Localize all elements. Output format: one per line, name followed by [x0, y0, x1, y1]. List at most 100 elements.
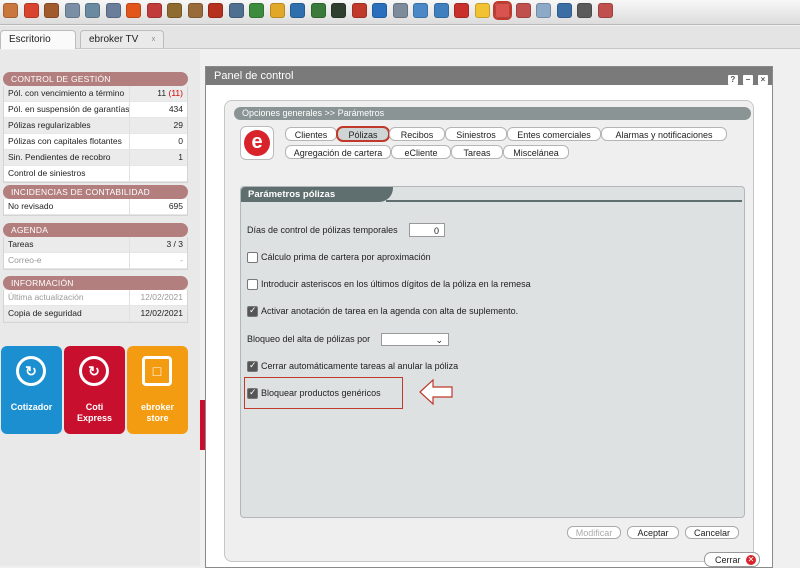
tab-ebroker-tv[interactable]: ebroker TV x — [80, 30, 164, 48]
tab-polizas[interactable]: Pólizas — [336, 126, 390, 142]
dias-control-label: Días de control de pólizas temporales — [247, 225, 398, 235]
document-check-icon[interactable] — [44, 3, 59, 18]
parameters-title: Parámetros pólizas — [241, 187, 393, 202]
pencil-icon[interactable] — [167, 3, 182, 18]
phone-icon[interactable] — [556, 3, 572, 18]
tab-agregacion-cartera[interactable]: Agregación de cartera — [285, 145, 391, 159]
money-card-icon[interactable] — [85, 3, 100, 18]
report-icon[interactable] — [536, 3, 551, 18]
tab-close-icon[interactable]: x — [150, 36, 157, 43]
tab-siniestros[interactable]: Siniestros — [445, 127, 507, 141]
bottle-icon[interactable] — [249, 3, 264, 18]
bloqueo-alta-label: Bloqueo del alta de pólizas por — [247, 334, 371, 344]
app-label: Cotizador — [10, 402, 53, 412]
tab-miscelanea[interactable]: Miscelánea — [503, 145, 569, 159]
tab-tareas[interactable]: Tareas — [451, 145, 503, 159]
aceptar-button[interactable]: Aceptar — [627, 526, 679, 539]
agenda-section: AGENDA Tareas 3 / 3 Correo-e - — [3, 223, 188, 270]
box-icon[interactable] — [3, 3, 18, 18]
down-arrow-icon[interactable] — [413, 3, 428, 18]
cerrar-tareas-checkbox[interactable] — [247, 360, 258, 372]
list-icon[interactable] — [105, 3, 121, 18]
list-item[interactable]: Control de siniestros — [4, 166, 187, 182]
cerrar-button[interactable]: Cerrar ✕ — [704, 552, 760, 567]
activar-anotacion-checkbox[interactable] — [247, 305, 258, 317]
list-item[interactable]: Pólizas regularizables 29 — [4, 118, 187, 134]
list-item[interactable]: Correo-e - — [4, 253, 187, 269]
tab-recibos[interactable]: Recibos — [389, 127, 445, 141]
house-icon[interactable] — [228, 3, 244, 18]
briefcase-icon[interactable] — [187, 3, 203, 18]
list-item-label: Copia de seguridad — [8, 308, 82, 318]
car-icon[interactable] — [351, 3, 367, 18]
dias-control-input[interactable]: 0 — [409, 223, 445, 237]
cancelar-button[interactable]: Cancelar — [685, 526, 739, 539]
tab-entes-comerciales[interactable]: Entes comerciales — [507, 127, 601, 141]
value-text: 3 / 3 — [166, 239, 183, 249]
tab-escritorio[interactable]: Escritorio — [0, 30, 76, 49]
person-star-icon[interactable] — [23, 3, 39, 18]
cerrar-tareas-label: Cerrar automáticamente tareas al anular … — [261, 361, 459, 371]
tab-ecliente[interactable]: eCliente — [391, 145, 451, 159]
list-item-value: 434 — [129, 102, 187, 117]
list-item[interactable]: Última actualización 12/02/2021 — [4, 290, 187, 306]
tab-alarmas-notificaciones[interactable]: Alarmas y notificaciones — [601, 127, 727, 141]
arrows-icon[interactable] — [310, 3, 326, 18]
bloquear-productos-checkbox[interactable] — [247, 387, 258, 399]
pointer-arrow-icon — [419, 379, 453, 405]
minimize-icon[interactable]: − — [742, 75, 753, 85]
coti-express-app-button[interactable]: ↻ Coti Express — [64, 346, 125, 434]
close-circle-icon: ✕ — [746, 555, 756, 565]
users-icon[interactable] — [290, 3, 305, 18]
list-item[interactable]: Pól. con vencimiento a término 11 (11) — [4, 86, 187, 102]
tab-clientes[interactable]: Clientes — [285, 127, 337, 141]
globe-icon[interactable] — [331, 3, 346, 18]
bloqueo-alta-select[interactable]: ⌄ — [381, 333, 449, 346]
title-underline — [386, 200, 742, 202]
bulb-icon[interactable] — [474, 3, 490, 18]
printer-icon[interactable] — [208, 3, 223, 18]
fire-icon[interactable] — [126, 3, 141, 18]
e-icon[interactable] — [372, 3, 387, 18]
activar-anotacion-label: Activar anotación de tarea en la agenda … — [261, 306, 519, 316]
list-item-value: 0 — [129, 134, 187, 149]
list-item-label: Correo-e — [8, 255, 42, 265]
user-icon[interactable] — [269, 3, 285, 18]
asteriscos-checkbox[interactable] — [247, 279, 258, 290]
app-label: Coti — [85, 402, 104, 412]
card-icon[interactable] — [64, 3, 80, 18]
shopping-bag-icon: □ — [142, 356, 172, 386]
tools-icon[interactable] — [392, 3, 408, 18]
list-item[interactable]: Copia de seguridad 12/02/2021 — [4, 306, 187, 322]
list-item[interactable]: Pólizas con capitales flotantes 0 — [4, 134, 187, 150]
brush-icon[interactable] — [515, 3, 531, 18]
g-icon[interactable] — [454, 3, 469, 18]
cotizador-app-button[interactable]: ↻ Cotizador — [1, 346, 62, 434]
help-icon[interactable]: ? — [727, 75, 738, 85]
gears-icon[interactable] — [577, 3, 592, 18]
list-item-label: Sin. Pendientes de recobro — [8, 152, 111, 162]
control-panel-icon[interactable] — [493, 1, 512, 20]
list-item-value: 12/02/2021 — [129, 306, 187, 321]
list-item[interactable]: Pól. en suspensión de garantías 434 — [4, 102, 187, 118]
value-text: 12/02/2021 — [140, 292, 183, 302]
close-icon[interactable]: × — [758, 75, 768, 85]
target-icon[interactable] — [146, 3, 162, 18]
modificar-button[interactable]: Modificar — [567, 526, 621, 539]
list-item[interactable]: Tareas 3 / 3 — [4, 237, 187, 253]
s-icon[interactable] — [433, 3, 449, 18]
list-item[interactable]: Sin. Pendientes de recobro 1 — [4, 150, 187, 166]
sidebar: CONTROL DE GESTIÓN Pól. con vencimiento … — [0, 50, 200, 566]
informacion-list: Última actualización 12/02/2021 Copia de s… — [3, 290, 188, 323]
list-item[interactable]: No revisado 695 — [4, 199, 187, 215]
value-text: 0 — [178, 136, 183, 146]
section-header: AGENDA — [3, 223, 188, 237]
window-title-bar[interactable]: Panel de control ? − × — [206, 67, 772, 85]
calculo-prima-checkbox[interactable] — [247, 252, 258, 263]
chevron-down-icon: ⌄ — [435, 335, 443, 345]
app-label: store — [146, 413, 169, 423]
help-icon[interactable] — [597, 3, 613, 18]
ebroker-store-app-button[interactable]: □ ebroker store — [127, 346, 188, 434]
list-item-label: Control de siniestros — [8, 168, 86, 178]
section-header: INFORMACIÓN — [3, 276, 188, 290]
